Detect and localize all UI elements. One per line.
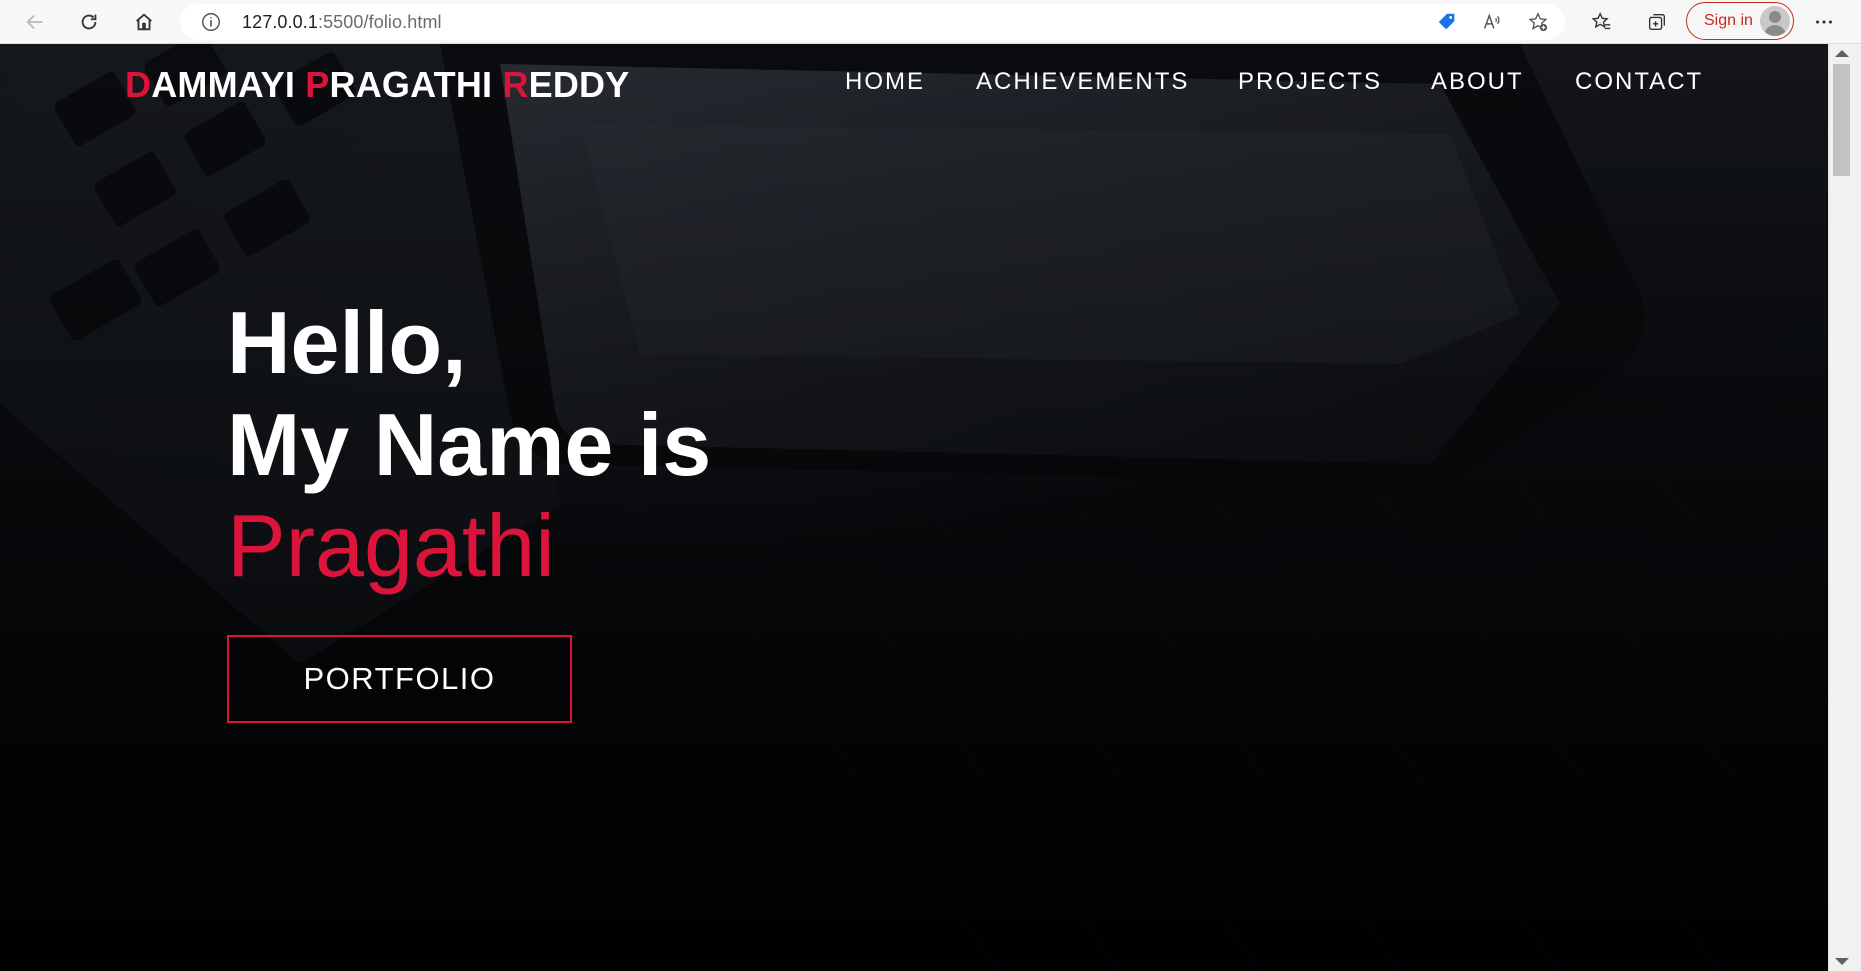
add-favorite-icon[interactable] xyxy=(1522,6,1554,38)
sign-in-label: Sign in xyxy=(1704,12,1753,29)
nav-home[interactable]: HOME xyxy=(845,68,925,96)
nav-about[interactable]: ABOUT xyxy=(1431,68,1524,96)
address-bar[interactable]: 127.0.0.1:5500/folio.html xyxy=(180,4,1565,40)
more-menu-icon[interactable] xyxy=(1808,6,1840,38)
favorites-icon[interactable] xyxy=(1586,6,1618,38)
scroll-thumb[interactable] xyxy=(1833,64,1850,176)
nav-achievements[interactable]: ACHIEVEMENTS xyxy=(976,68,1189,96)
page-scrollbar[interactable] xyxy=(1828,44,1861,971)
hero-section: DAMMAYI PRAGATHI REDDY HOME ACHIEVEMENTS… xyxy=(0,44,1828,971)
scroll-down-arrow-icon[interactable] xyxy=(1835,958,1849,965)
read-aloud-icon[interactable] xyxy=(1476,6,1508,38)
url-text: 127.0.0.1:5500/folio.html xyxy=(242,12,442,33)
hero-intro: My Name is xyxy=(227,395,712,494)
home-icon[interactable] xyxy=(128,6,160,38)
back-arrow-icon[interactable] xyxy=(19,6,51,38)
hero-name: Pragathi xyxy=(227,496,555,595)
scroll-up-arrow-icon[interactable] xyxy=(1835,50,1849,57)
portfolio-button[interactable]: PORTFOLIO xyxy=(227,635,572,723)
page-viewport: DAMMAYI PRAGATHI REDDY HOME ACHIEVEMENTS… xyxy=(0,44,1828,971)
url-path: :5500/folio.html xyxy=(317,12,442,32)
collections-icon[interactable] xyxy=(1641,6,1673,38)
sign-in-button[interactable]: Sign in xyxy=(1686,2,1794,40)
url-host: 127.0.0.1 xyxy=(242,12,318,32)
site-info-icon[interactable] xyxy=(200,11,222,33)
main-nav: HOME ACHIEVEMENTS PROJECTS ABOUT CONTACT xyxy=(0,68,1828,108)
shopping-tag-icon[interactable] xyxy=(1431,6,1463,38)
refresh-icon[interactable] xyxy=(73,6,105,38)
nav-contact[interactable]: CONTACT xyxy=(1575,68,1703,96)
browser-toolbar: 127.0.0.1:5500/folio.html Sign in xyxy=(0,0,1861,44)
profile-avatar-icon xyxy=(1760,6,1790,36)
nav-projects[interactable]: PROJECTS xyxy=(1238,68,1382,96)
hero-greeting: Hello, xyxy=(227,293,467,392)
